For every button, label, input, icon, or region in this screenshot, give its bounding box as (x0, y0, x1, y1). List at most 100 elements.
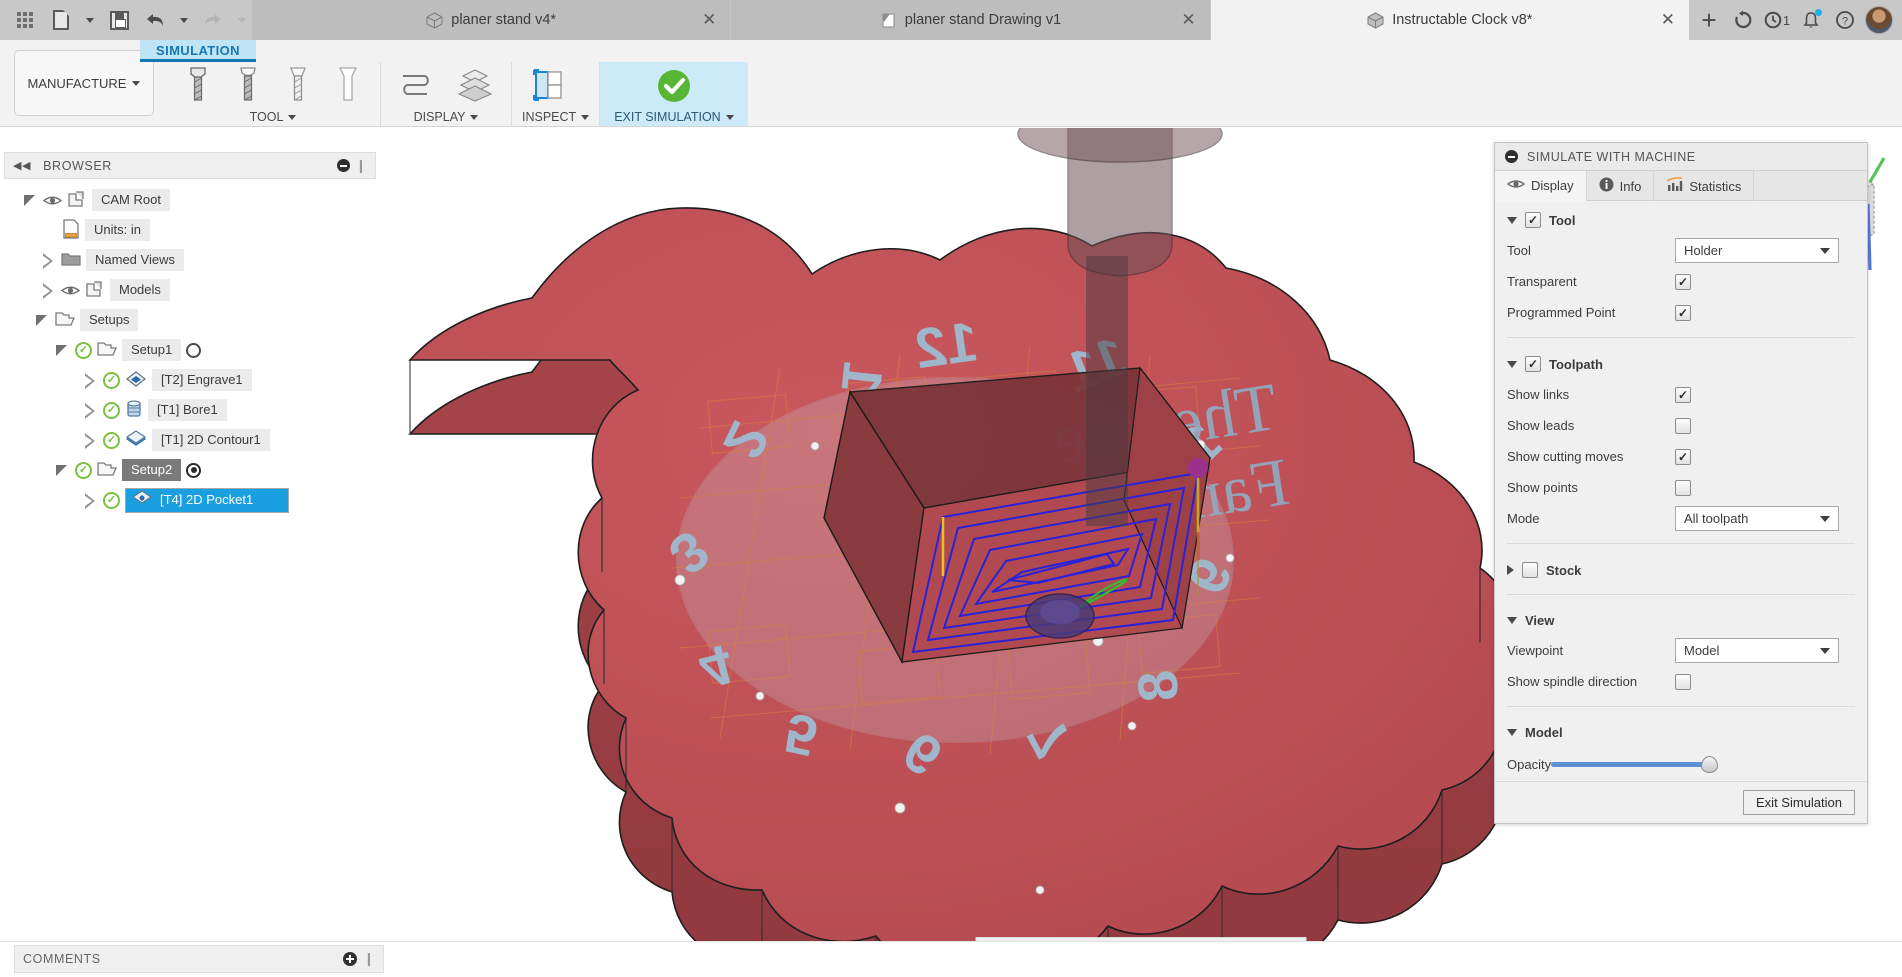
section-inspect-icon[interactable] (522, 62, 574, 106)
ribbon-panel-display-label[interactable]: DISPLAY (391, 108, 501, 126)
green-check-icon[interactable] (648, 62, 700, 106)
tab-display[interactable]: Display (1495, 171, 1587, 201)
toolpath-section-checkbox[interactable] (1525, 356, 1541, 372)
visibility-eye-icon[interactable] (60, 284, 81, 297)
show-links-checkbox[interactable] (1675, 386, 1691, 403)
tool-holder-icon[interactable] (326, 62, 370, 106)
twisty-open-icon[interactable] (54, 462, 70, 478)
tree-row-named-views[interactable]: Named Views (0, 245, 380, 275)
section-header-stock[interactable]: Stock (1495, 553, 1867, 585)
opacity-slider[interactable] (1551, 755, 1718, 773)
stock-section-checkbox[interactable] (1522, 562, 1538, 578)
ball-endmill-icon[interactable] (226, 62, 270, 106)
viewpoint-select[interactable]: Model (1675, 638, 1839, 663)
show-leads-checkbox[interactable] (1675, 417, 1691, 434)
tree-row-2d-pocket1[interactable]: [T4] 2D Pocket1 (0, 485, 380, 515)
circle-outline-icon[interactable] (186, 342, 202, 358)
show-cutting-moves-checkbox[interactable] (1675, 448, 1691, 465)
tree-label[interactable]: Models (110, 279, 170, 301)
apps-grid-icon[interactable] (8, 3, 42, 37)
minimize-icon[interactable] (336, 159, 350, 172)
twisty-open-icon[interactable] (34, 312, 50, 328)
tree-row-units[interactable]: Units: in (0, 215, 380, 245)
add-comment-icon[interactable] (342, 952, 357, 966)
ribbon-panel-exit-simulation-label[interactable]: EXIT SIMULATION (614, 108, 734, 126)
new-document-dropdown-icon[interactable] (80, 3, 100, 37)
show-points-checkbox[interactable] (1675, 479, 1691, 496)
show-spindle-direction-checkbox[interactable] (1675, 673, 1691, 690)
tree-label[interactable]: [T1] Bore1 (148, 399, 227, 421)
comments-panel[interactable]: COMMENTS ❙ (14, 945, 384, 973)
tool-section-checkbox[interactable] (1525, 212, 1541, 228)
tab-info[interactable]: Info (1587, 171, 1655, 201)
minimize-icon[interactable] (1505, 150, 1518, 163)
tree-row-engrave1[interactable]: [T2] Engrave1 (0, 365, 380, 395)
bell-icon[interactable] (1796, 5, 1826, 35)
tree-row-setup2[interactable]: Setup2 (0, 455, 380, 485)
twisty-open-icon[interactable] (54, 342, 70, 358)
twisty-closed-icon[interactable] (82, 372, 98, 388)
chevron-down-icon[interactable] (1507, 617, 1517, 624)
tree-label[interactable]: Named Views (86, 249, 184, 271)
tree-item-selected[interactable]: [T4] 2D Pocket1 (125, 487, 289, 513)
tree-label[interactable]: Units: in (85, 219, 150, 241)
workspace-switcher[interactable]: MANUFACTURE (14, 50, 154, 116)
chevron-down-icon[interactable] (1507, 216, 1517, 224)
collapse-left-icon[interactable]: ◀◀ (13, 159, 31, 172)
twisty-closed-icon[interactable] (40, 282, 56, 298)
tree-label[interactable]: CAM Root (92, 189, 170, 211)
undo-dropdown-icon[interactable] (174, 3, 194, 37)
bull-endmill-icon[interactable] (276, 62, 320, 106)
panel-handle-icon[interactable]: ❙ (356, 158, 368, 174)
panel-handle-icon[interactable]: ❙ (364, 951, 376, 967)
section-header-model[interactable]: Model (1495, 716, 1867, 747)
visibility-eye-icon[interactable] (42, 194, 63, 207)
recent-clock-icon[interactable]: 1 (1762, 5, 1792, 35)
tree-label[interactable]: [T1] 2D Contour1 (152, 429, 270, 451)
document-tab-close-icon[interactable]: ✕ (1661, 10, 1675, 30)
help-question-icon[interactable]: ? (1830, 5, 1860, 35)
document-tab-0[interactable]: planer stand v4* ✕ (252, 0, 732, 40)
tab-simulation[interactable]: SIMULATION (140, 40, 256, 62)
exit-simulation-button[interactable]: Exit Simulation (1743, 790, 1855, 815)
tool-select[interactable]: Holder (1675, 238, 1839, 263)
mode-select[interactable]: All toolpath (1675, 506, 1839, 531)
save-icon[interactable] (102, 3, 136, 37)
tree-row-bore1[interactable]: [T1] Bore1 (0, 395, 380, 425)
twisty-closed-icon[interactable] (40, 252, 56, 268)
document-tab-close-icon[interactable]: ✕ (1181, 10, 1195, 30)
ribbon-panel-inspect-label[interactable]: INSPECT (522, 108, 590, 126)
section-header-view[interactable]: View (1495, 604, 1867, 635)
programmed-point-checkbox[interactable] (1675, 304, 1691, 321)
toolpath-display-icon[interactable] (391, 62, 443, 106)
twisty-closed-icon[interactable] (82, 402, 98, 418)
chevron-down-icon[interactable] (1507, 360, 1517, 368)
tree-row-cam-root[interactable]: CAM Root (0, 185, 380, 215)
tree-row-2d-contour1[interactable]: [T1] 2D Contour1 (0, 425, 380, 455)
tree-label[interactable]: Setup1 (122, 339, 182, 361)
section-header-toolpath[interactable]: Toolpath (1495, 347, 1867, 379)
transparent-checkbox[interactable] (1675, 273, 1691, 290)
twisty-open-icon[interactable] (22, 192, 38, 208)
new-tab-button[interactable]: + (1694, 5, 1724, 35)
tree-row-setups[interactable]: Setups (0, 305, 380, 335)
tab-statistics[interactable]: Statistics (1654, 171, 1755, 201)
new-document-icon[interactable] (44, 3, 78, 37)
document-tab-close-icon[interactable]: ✕ (702, 10, 716, 30)
document-tab-2[interactable]: Instructable Clock v8* ✕ (1210, 0, 1690, 40)
twisty-closed-icon[interactable] (82, 492, 98, 508)
section-header-tool[interactable]: Tool (1495, 203, 1867, 235)
twisty-closed-icon[interactable] (82, 432, 98, 448)
redo-dropdown-icon[interactable] (232, 3, 252, 37)
ribbon-panel-tool-label[interactable]: TOOL (176, 108, 370, 126)
tree-row-models[interactable]: Models (0, 275, 380, 305)
chevron-right-icon[interactable] (1507, 565, 1514, 575)
tree-label[interactable]: Setups (80, 309, 139, 331)
tree-label[interactable]: [T2] Engrave1 (152, 369, 252, 391)
flat-endmill-icon[interactable] (176, 62, 220, 106)
tree-label[interactable]: Setup2 (122, 459, 182, 481)
stock-display-icon[interactable] (449, 62, 501, 106)
chevron-down-icon[interactable] (1507, 729, 1517, 736)
opacity-slider-handle[interactable] (1700, 755, 1718, 773)
avatar[interactable] (1864, 5, 1894, 35)
